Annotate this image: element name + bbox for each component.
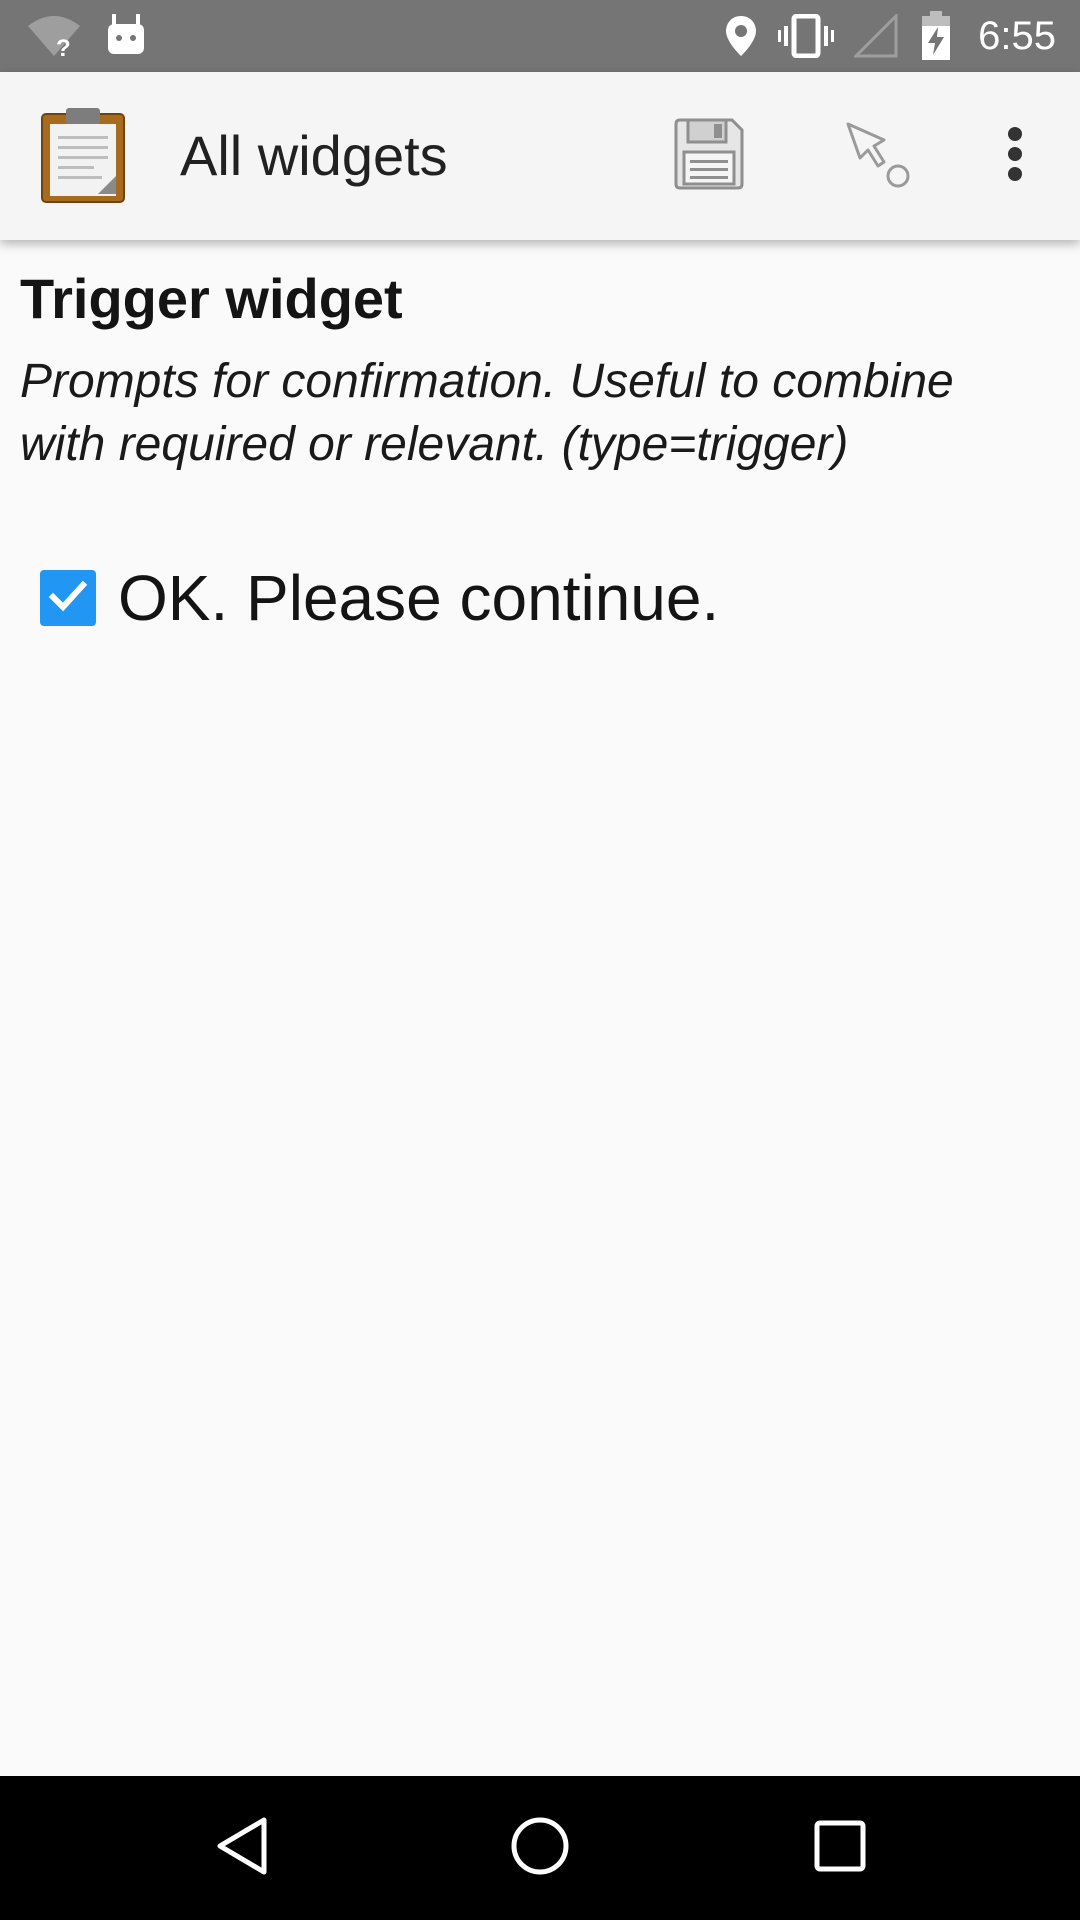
app-bar: All widgets: [0, 72, 1080, 240]
trigger-checkbox-row[interactable]: OK. Please continue.: [40, 558, 719, 638]
trigger-label[interactable]: OK. Please continue.: [118, 561, 719, 635]
home-button[interactable]: [460, 1776, 620, 1920]
app-title: All widgets: [180, 124, 448, 187]
svg-text:?: ?: [56, 35, 71, 60]
navigation-bar: [0, 1776, 1080, 1920]
question-hint: Prompts for confirmation. Useful to comb…: [20, 355, 954, 471]
goto-jump-button[interactable]: [828, 72, 924, 240]
overflow-menu-button[interactable]: [980, 72, 1050, 240]
battery-charging-icon: [920, 0, 952, 72]
trigger-checkbox[interactable]: [40, 570, 96, 626]
checkmark-icon: [46, 574, 90, 623]
status-bar: ? 6:55: [0, 0, 1080, 72]
status-time: 6:55: [978, 14, 1056, 58]
android-debug-icon: [106, 0, 146, 72]
location-icon: [724, 0, 758, 72]
form-content: Trigger widget Prompts for confirmation.…: [0, 240, 1080, 1776]
home-icon: [510, 1816, 570, 1881]
back-button[interactable]: [162, 1776, 322, 1920]
recents-icon: [814, 1820, 866, 1877]
overflow-menu-icon: [1007, 126, 1023, 187]
save-icon: [670, 116, 746, 197]
recents-button[interactable]: [760, 1776, 920, 1920]
save-button[interactable]: [660, 72, 756, 240]
clipboard-form-icon: [40, 106, 126, 204]
back-icon: [214, 1816, 270, 1881]
vibrate-icon: [778, 0, 834, 72]
goto-jump-icon: [840, 118, 912, 195]
signal-icon: [854, 0, 898, 72]
wifi-unknown-icon: ?: [26, 0, 82, 72]
question-label: Trigger widget: [20, 267, 403, 330]
